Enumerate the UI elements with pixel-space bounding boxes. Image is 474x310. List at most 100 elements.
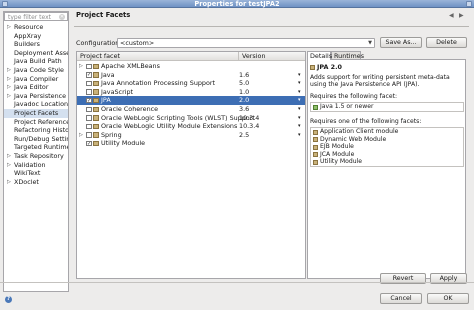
facet-checkbox[interactable] — [86, 89, 92, 95]
expand-arrow-icon[interactable]: ▷ — [7, 66, 11, 75]
sidebar-item-label: Task Repository — [14, 151, 64, 160]
save-as-button[interactable]: Save As... — [380, 37, 422, 48]
expand-arrow-icon[interactable]: ▷ — [7, 152, 11, 161]
sidebar-item[interactable]: AppXray — [4, 32, 68, 41]
expand-arrow-icon[interactable]: ▷ — [79, 131, 83, 140]
forward-arrow-icon[interactable]: ▶ — [459, 12, 464, 19]
cancel-button[interactable]: Cancel — [380, 293, 422, 304]
sidebar-item[interactable]: Java Build Path — [4, 57, 68, 66]
sidebar-item[interactable]: ▷ XDoclet — [4, 178, 68, 187]
version-dropdown-icon[interactable]: ▾ — [298, 114, 301, 123]
sidebar-item[interactable]: Project References — [4, 118, 68, 127]
requirement-label: Utility Module — [320, 158, 363, 165]
requirement-item: Dynamic Web Module — [311, 136, 463, 144]
sidebar-item[interactable]: Builders — [4, 40, 68, 49]
clear-icon[interactable]: ✕ — [59, 14, 65, 20]
version-dropdown-icon[interactable]: ▾ — [298, 71, 301, 80]
facet-row[interactable]: JavaScript 1.0 ▾ — [77, 88, 305, 97]
facet-row[interactable]: ✓ JPA 2.0 ▾ — [77, 96, 305, 105]
facet-name: Oracle WebLogic Utility Module Extension… — [101, 122, 238, 131]
facet-row[interactable]: ▷ Apache XMLBeans — [77, 62, 305, 71]
facet-row[interactable]: Oracle Coherence 3.6 ▾ — [77, 105, 305, 114]
facet-version[interactable]: 10.3.4 — [239, 114, 259, 123]
column-version[interactable]: Version — [238, 52, 266, 61]
ok-button[interactable]: OK — [427, 293, 469, 304]
expand-arrow-icon[interactable]: ▷ — [7, 75, 11, 84]
configuration-label: Configuration: — [76, 39, 122, 47]
sidebar-item[interactable]: Refactoring History — [4, 126, 68, 135]
check-facet-icon — [313, 104, 318, 110]
facet-checkbox[interactable] — [86, 80, 92, 87]
requirement-item: JCA Module — [311, 151, 463, 159]
facet-icon — [313, 159, 318, 165]
version-dropdown-icon[interactable]: ▾ — [298, 122, 301, 131]
version-dropdown-icon[interactable]: ▾ — [298, 79, 301, 88]
requires-one-list: Application Client module Dynamic Web Mod… — [310, 127, 464, 167]
facet-row[interactable]: ✓ Utility Module — [77, 139, 305, 148]
facet-icon — [310, 64, 315, 70]
version-dropdown-icon[interactable]: ▾ — [298, 96, 301, 105]
sidebar-item-label: XDoclet — [14, 177, 39, 186]
delete-button[interactable]: Delete — [426, 37, 467, 48]
help-icon[interactable]: ? — [5, 296, 12, 303]
expand-arrow-icon[interactable]: ▷ — [79, 62, 83, 71]
facet-row[interactable]: Oracle WebLogic Scripting Tools (WLST) S… — [77, 114, 305, 123]
facet-checkbox[interactable] — [86, 63, 92, 69]
facet-checkbox[interactable] — [86, 106, 92, 112]
sidebar-item[interactable]: ▷ Java Persistence — [4, 92, 68, 101]
facet-version[interactable]: 2.0 — [239, 96, 249, 105]
facet-checkbox[interactable] — [86, 123, 92, 130]
sidebar-item[interactable]: Project Facets — [4, 108, 68, 118]
facet-row[interactable]: ✓ Java 1.6 ▾ — [77, 71, 305, 80]
expand-arrow-icon[interactable]: ▷ — [7, 178, 11, 187]
sidebar-item-label: Java Code Style — [14, 65, 64, 74]
sidebar-item-label: Project References — [14, 117, 68, 126]
sidebar-item[interactable]: ▷ Resource — [4, 23, 68, 32]
configuration-select[interactable]: <custom> ▼ — [117, 38, 375, 48]
page-title: Project Facets — [76, 11, 131, 19]
version-dropdown-icon[interactable]: ▾ — [298, 105, 301, 114]
sidebar-item[interactable]: Javadoc Location — [4, 100, 68, 109]
version-dropdown-icon[interactable]: ▾ — [298, 88, 301, 97]
facet-row[interactable]: Java Annotation Processing Support 5.0 ▾ — [77, 79, 305, 88]
sidebar-item[interactable]: ▷ Task Repository — [4, 152, 68, 161]
requirement-label: Application Client module — [320, 128, 399, 135]
sidebar-item[interactable]: Deployment Assemb — [4, 49, 68, 58]
sidebar-item[interactable]: ▷ Java Code Style — [4, 66, 68, 75]
sidebar-item[interactable]: Run/Debug Settings — [4, 135, 68, 144]
facet-version[interactable]: 3.6 — [239, 105, 249, 114]
preferences-sidebar: type filter text ✕ ▷ Resource AppXray Build… — [3, 11, 69, 292]
facet-checkbox[interactable] — [86, 115, 92, 121]
facet-icon — [93, 132, 99, 138]
filter-input[interactable]: type filter text ✕ — [4, 12, 68, 21]
facet-row[interactable]: Oracle WebLogic Utility Module Extension… — [77, 122, 305, 131]
expand-arrow-icon[interactable]: ▷ — [7, 92, 11, 101]
facet-version[interactable]: 1.6 — [239, 71, 249, 80]
expand-arrow-icon[interactable]: ▷ — [7, 23, 11, 32]
sidebar-item[interactable]: WikiText — [4, 169, 68, 178]
sidebar-item[interactable]: Targeted Runtimes — [4, 143, 68, 152]
sidebar-item[interactable]: ▷ Validation — [4, 161, 68, 170]
facet-version[interactable]: 2.5 — [239, 131, 249, 140]
requires-label: Requires the following facet: — [310, 93, 398, 100]
sidebar-item[interactable]: ▷ Java Compiler — [4, 75, 68, 84]
sidebar-item[interactable]: ▷ Java Editor — [4, 83, 68, 92]
facet-icon — [93, 97, 99, 104]
tab-details[interactable]: Details — [307, 51, 332, 60]
column-project-facet[interactable]: Project facet — [80, 52, 120, 61]
facet-checkbox[interactable]: ✓ — [86, 72, 92, 78]
expand-arrow-icon[interactable]: ▷ — [7, 161, 11, 170]
requirement-label: Java 1.5 or newer — [320, 103, 374, 110]
facet-version[interactable]: 10.3.4 — [239, 122, 259, 131]
facet-version[interactable]: 1.0 — [239, 88, 249, 97]
back-arrow-icon[interactable]: ◀ — [449, 12, 454, 19]
window-close-icon[interactable] — [466, 1, 472, 7]
facet-checkbox[interactable] — [86, 132, 92, 138]
facet-row[interactable]: ▷ Spring 2.5 ▾ — [77, 131, 305, 140]
facet-checkbox[interactable]: ✓ — [86, 140, 92, 147]
version-dropdown-icon[interactable]: ▾ — [298, 131, 301, 140]
expand-arrow-icon[interactable]: ▷ — [7, 83, 11, 92]
sidebar-item-label: Java Build Path — [14, 57, 62, 66]
facet-checkbox[interactable]: ✓ — [86, 97, 92, 104]
facet-version[interactable]: 5.0 — [239, 79, 249, 88]
